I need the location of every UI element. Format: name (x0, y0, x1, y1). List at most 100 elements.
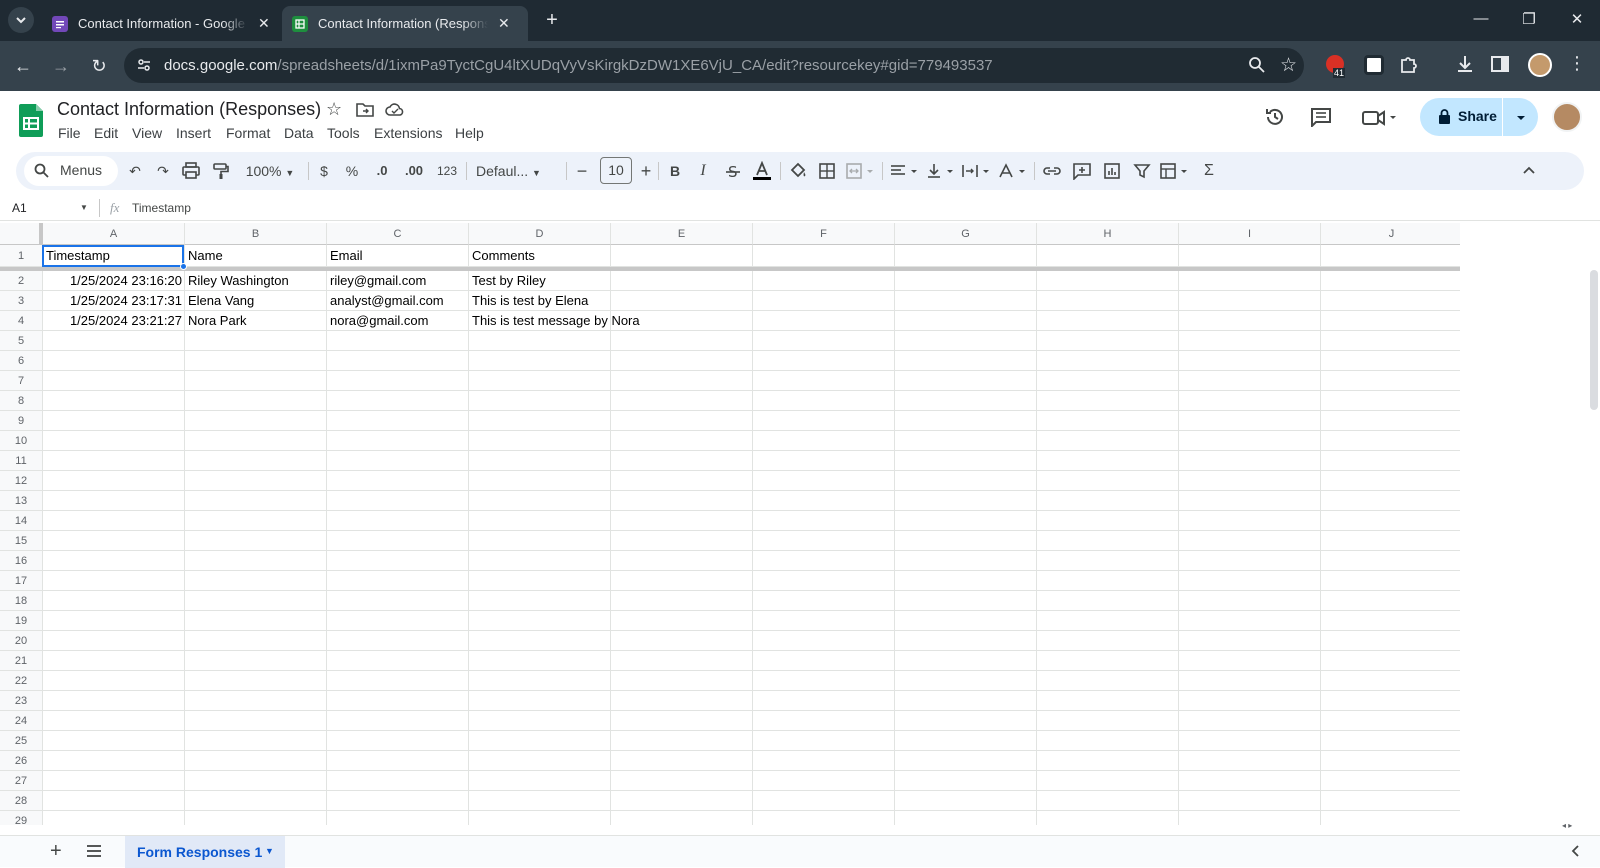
collapse-toolbar-icon[interactable] (1516, 161, 1542, 181)
row-header-5[interactable]: 5 (0, 331, 43, 351)
column-header-G[interactable]: G (895, 223, 1037, 245)
text-rotation-icon[interactable] (996, 161, 1030, 181)
paint-format-icon[interactable] (210, 161, 232, 181)
selected-cell-A1[interactable] (42, 245, 184, 267)
back-button[interactable]: ← (10, 53, 36, 79)
currency-format-button[interactable]: $ (314, 161, 334, 181)
profile-avatar[interactable] (1528, 53, 1552, 77)
extensions-puzzle-icon[interactable] (1398, 53, 1420, 75)
tab-search-button[interactable] (8, 7, 34, 33)
column-header-A[interactable]: A (43, 223, 185, 245)
italic-button[interactable]: I (692, 161, 714, 181)
print-icon[interactable] (180, 161, 202, 181)
close-window-button[interactable]: ✕ (1562, 10, 1592, 28)
menu-data[interactable]: Data (284, 125, 314, 141)
column-header-C[interactable]: C (327, 223, 469, 245)
row-header-11[interactable]: 11 (0, 451, 43, 471)
column-header-J[interactable]: J (1321, 223, 1460, 245)
insert-comment-icon[interactable] (1070, 161, 1094, 181)
caret-down-icon[interactable]: ▼ (80, 203, 88, 212)
row-header-8[interactable]: 8 (0, 391, 43, 411)
cell-D1[interactable]: Comments (469, 245, 538, 267)
undo-icon[interactable]: ↶ (124, 161, 146, 181)
site-info-icon[interactable] (136, 57, 152, 73)
row-header-27[interactable]: 27 (0, 771, 43, 791)
cell-C3[interactable]: analyst@gmail.com (327, 291, 447, 311)
cloud-status-icon[interactable] (385, 102, 405, 117)
download-icon[interactable] (1454, 53, 1476, 75)
increase-decimal-button[interactable]: .00 (400, 161, 428, 181)
text-wrapping-icon[interactable] (960, 161, 994, 181)
merge-cells-icon[interactable] (844, 161, 878, 181)
column-header-E[interactable]: E (611, 223, 753, 245)
row-header-3[interactable]: 3 (0, 291, 43, 311)
row-header-12[interactable]: 12 (0, 471, 43, 491)
decrease-font-size-button[interactable]: − (572, 161, 592, 181)
insert-chart-icon[interactable] (1100, 161, 1124, 181)
menu-view[interactable]: View (132, 125, 162, 141)
increase-font-size-button[interactable]: + (636, 161, 656, 181)
cell-D2[interactable]: Test by Riley (469, 271, 549, 291)
forward-button[interactable]: → (48, 53, 74, 79)
percent-format-button[interactable]: % (342, 161, 362, 181)
cell-B3[interactable]: Elena Vang (185, 291, 257, 311)
close-icon[interactable]: ✕ (498, 15, 510, 32)
row-header-1[interactable]: 1 (0, 245, 43, 267)
extension-icon[interactable] (1364, 55, 1384, 75)
row-header-16[interactable]: 16 (0, 551, 43, 571)
version-history-icon[interactable] (1264, 106, 1286, 128)
row-header-7[interactable]: 7 (0, 371, 43, 391)
fill-handle[interactable] (180, 263, 187, 270)
column-header-D[interactable]: D (469, 223, 611, 245)
insert-link-icon[interactable] (1040, 161, 1064, 181)
row-header-15[interactable]: 15 (0, 531, 43, 551)
vertical-scrollbar[interactable] (1590, 270, 1598, 410)
row-header-6[interactable]: 6 (0, 351, 43, 371)
strikethrough-icon[interactable]: S (722, 161, 744, 181)
decrease-decimal-button[interactable]: .0 (370, 161, 394, 181)
row-header-29[interactable]: 29 (0, 811, 43, 825)
meet-video-icon[interactable] (1362, 109, 1398, 127)
cell-C4[interactable]: nora@gmail.com (327, 311, 431, 331)
row-header-24[interactable]: 24 (0, 711, 43, 731)
comments-icon[interactable] (1310, 107, 1332, 127)
zoom-select[interactable]: 100% ▼ (238, 161, 302, 181)
sheets-logo[interactable] (19, 104, 43, 137)
cell-A2[interactable]: 1/25/2024 23:16:20 (43, 271, 185, 291)
document-title[interactable]: Contact Information (Responses) (57, 99, 321, 120)
row-header-13[interactable]: 13 (0, 491, 43, 511)
row-header-18[interactable]: 18 (0, 591, 43, 611)
text-color-icon[interactable] (750, 161, 774, 181)
cell-D3[interactable]: This is test by Elena (469, 291, 591, 311)
spreadsheet-grid[interactable]: ABCDEFGHIJ 1 2 3 4 5 6 7 8 9 10 11 12 13 14 15 16 17 18 19… (0, 223, 1460, 825)
redo-icon[interactable]: ↷ (152, 161, 174, 181)
row-header-21[interactable]: 21 (0, 651, 43, 671)
move-folder-icon[interactable] (356, 102, 374, 117)
row-header-14[interactable]: 14 (0, 511, 43, 531)
kebab-menu-icon[interactable]: ⋮ (1568, 53, 1586, 74)
menu-extensions[interactable]: Extensions (374, 125, 442, 141)
borders-icon[interactable] (816, 161, 838, 181)
functions-sigma-icon[interactable]: Σ (1198, 161, 1220, 181)
column-header-H[interactable]: H (1037, 223, 1179, 245)
vertical-align-icon[interactable] (924, 161, 958, 181)
address-bar[interactable]: docs.google.com/spreadsheets/d/1ixmPa9Ty… (124, 48, 1304, 83)
font-select[interactable]: Defaul... ▼ (472, 161, 564, 181)
row-header-25[interactable]: 25 (0, 731, 43, 751)
cell-A4[interactable]: 1/25/2024 23:21:27 (43, 311, 185, 331)
all-sheets-menu-icon[interactable] (86, 844, 102, 858)
cell-B2[interactable]: Riley Washington (185, 271, 292, 291)
cell-B4[interactable]: Nora Park (185, 311, 250, 331)
column-header-F[interactable]: F (753, 223, 895, 245)
caret-down-icon[interactable]: ▼ (265, 846, 274, 856)
bold-button[interactable]: B (664, 161, 686, 181)
row-header-19[interactable]: 19 (0, 611, 43, 631)
account-avatar[interactable] (1552, 102, 1582, 132)
row-header-17[interactable]: 17 (0, 571, 43, 591)
search-menus-button[interactable]: Menus (24, 156, 118, 186)
table-views-icon[interactable] (1158, 161, 1192, 181)
browser-tab-forms[interactable]: Contact Information - Google F ✕ (38, 6, 278, 41)
row-header-9[interactable]: 9 (0, 411, 43, 431)
number-format-button[interactable]: 123 (432, 161, 462, 181)
menu-edit[interactable]: Edit (94, 125, 118, 141)
